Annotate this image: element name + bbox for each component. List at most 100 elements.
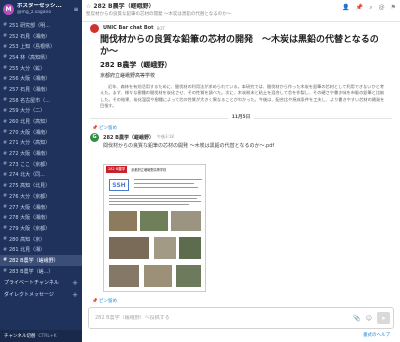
channel-header: ☆ 282 B農学（嵯峨野） 堅炭材からの良質な鉛筆の芯材の開発 〜木炭は黒鉛の代… <box>82 0 400 22</box>
paper-abstract: 近年、森林を有効活用するために、間伐材の利用法が求められている。本研究では、間伐… <box>100 84 385 108</box>
sidebar-channel-item[interactable]: #270 大阪（湘南） <box>0 127 82 138</box>
sidebar-channel-item[interactable]: #276 大分（京都） <box>0 191 82 202</box>
sidebar-channel-item[interactable]: #275 高知（北見） <box>0 180 82 191</box>
at-mention-icon[interactable]: @ <box>379 4 385 21</box>
send-icon: ➤ <box>380 314 387 322</box>
channel-switcher-label: チャンネル切替 <box>4 334 36 339</box>
emoji-icon[interactable]: ☺ <box>366 315 372 322</box>
channel-label: 254 林（高知県） <box>9 54 51 61</box>
team-avatar: M <box>3 4 14 15</box>
poster-text-line <box>134 179 202 181</box>
private-channels-label: プライベートチャンネル <box>4 280 59 286</box>
message-input[interactable] <box>95 315 354 321</box>
sidebar-channel-item[interactable]: #273 ここ（京都） <box>0 159 82 170</box>
sidebar-channel-item[interactable]: #253 上知（島根県） <box>0 41 82 52</box>
ssh-logo: SSH <box>109 179 129 191</box>
main-panel: ☆ 282 B農学（嵯峨野） 堅炭材からの良質な鉛筆の芯材の開発 〜木炭は黒鉛の代… <box>82 0 400 342</box>
channel-label: 279 大阪（京都） <box>9 225 51 232</box>
private-channels-header[interactable]: プライベートチャンネル + <box>0 277 82 289</box>
poster-photo <box>144 265 172 287</box>
sidebar-channel-item[interactable]: #280 高知（京） <box>0 234 82 245</box>
channel-label: 256 大阪（湘南） <box>9 76 51 83</box>
post-username[interactable]: 282 B農学（嵯峨野） <box>103 134 154 141</box>
channel-label: 257 石見（湘南） <box>9 86 51 93</box>
channel-label: 258 名古屋市（... <box>9 97 50 104</box>
channel-label: 271 大分（高知） <box>9 140 51 147</box>
sidebar-channel-item[interactable]: #278 大阪（湘南） <box>0 212 82 223</box>
channel-purpose: 堅炭材からの良質な鉛筆の芯材の開発 〜木炭は黒鉛の代替となるのか〜 <box>86 12 232 17</box>
poster-photo <box>140 211 168 231</box>
date-separator: 11月5日 <box>82 113 400 123</box>
channel-list: #251 研究部（明... #252 石見（湘南） #253 上知（島根県） #254… <box>0 19 82 277</box>
user-avatar[interactable]: G <box>90 132 99 142</box>
pinned-indicator[interactable]: 📌 ピン留め <box>82 123 400 131</box>
pinned-label: ピン留め <box>99 126 118 132</box>
search-icon[interactable]: ⌕ <box>369 4 372 21</box>
poster-photo <box>176 265 201 287</box>
favorite-star-icon[interactable]: ☆ <box>86 3 91 10</box>
sidebar-channel-item[interactable]: #255 大分（鉱） <box>0 63 82 74</box>
poster-text-line <box>109 198 197 200</box>
hamburger-menu-icon[interactable]: ≡ <box>73 6 79 13</box>
channel-title[interactable]: ☆ 282 B農学（嵯峨野） <box>86 3 342 11</box>
poster-text-line <box>109 201 201 203</box>
channel-switcher-button[interactable]: チャンネル切替 CTRL+K <box>0 330 82 342</box>
channel-label: 277 大阪（湘南） <box>9 204 51 211</box>
sidebar-channel-item[interactable]: #271 大分（高知） <box>0 138 82 149</box>
members-icon[interactable]: 👤 <box>342 4 349 21</box>
post-time[interactable]: 午後3:18 <box>157 134 174 140</box>
channel-label: 283 B農学（嵯...） <box>9 268 54 275</box>
team-header[interactable]: M ポスターセッシ... @mg_z.sagano ≡ <box>0 0 82 19</box>
date-label: 11月5日 <box>227 114 255 121</box>
sidebar-channel-item[interactable]: #251 研究部（明... <box>0 20 82 31</box>
poster-photo <box>109 211 137 231</box>
channel-label: 272 大阪（湘南） <box>9 151 51 158</box>
channel-label: 281 北見（湘） <box>9 247 46 254</box>
sidebar-channel-item[interactable]: #260 北見（高知） <box>0 116 82 127</box>
add-direct-message-icon[interactable]: + <box>72 291 78 299</box>
sidebar-channel-item[interactable]: #279 大阪（京都） <box>0 223 82 234</box>
poster-text-line <box>109 204 189 206</box>
sidebar-channel-item[interactable]: #254 林（高知県） <box>0 52 82 63</box>
poster-photo <box>179 237 201 259</box>
attachment-icon[interactable]: 📎 <box>353 315 360 322</box>
pinned-indicator[interactable]: 📌 ピン留め <box>92 298 117 304</box>
sidebar-channel-item[interactable]: #258 名古屋市（... <box>0 95 82 106</box>
sidebar-channel-item[interactable]: #283 B農学（嵯...） <box>0 266 82 277</box>
direct-messages-header[interactable]: ダイレクトメッセージ + <box>0 289 82 301</box>
bot-avatar[interactable] <box>90 23 99 33</box>
flag-icon[interactable]: ⚑ <box>391 4 396 21</box>
sidebar-channel-item[interactable]: #277 大阪（湘南） <box>0 202 82 213</box>
direct-messages-label: ダイレクトメッセージ <box>4 292 54 298</box>
sidebar-channel-item[interactable]: #252 石見（湘南） <box>0 31 82 42</box>
pdf-preview-thumbnail[interactable]: 282 B農学 京都府立嵯峨野高等学校 SSH <box>103 164 206 292</box>
bot-badge: BOT <box>156 25 165 31</box>
sidebar-channel-item[interactable]: #272 大阪（湘南） <box>0 148 82 159</box>
channel-label: 252 石見（湘南） <box>9 33 51 40</box>
channel-label: 260 北見（高知） <box>9 119 51 126</box>
poster-text-line <box>134 187 198 189</box>
channel-label: 274 北大（同... <box>9 172 45 179</box>
team-name: ポスターセッシ... <box>17 3 62 9</box>
channel-label: 275 高知（北見） <box>9 183 51 190</box>
send-button[interactable]: ➤ <box>377 312 390 324</box>
poster-school: 京都府立嵯峨野高等学校 <box>131 168 167 172</box>
sidebar-channel-item[interactable]: #281 北見（湘） <box>0 244 82 255</box>
sidebar-channel-item[interactable]: #259 大分（二） <box>0 106 82 117</box>
post-header: G 282 B農学（嵯峨野） 午後3:18 <box>82 131 400 142</box>
formatting-help-link[interactable]: 書式のヘルプ <box>363 332 390 338</box>
post-username[interactable]: UNIC Bar chat Bot <box>103 25 154 31</box>
add-private-channel-icon[interactable]: + <box>72 279 78 287</box>
channel-label: 282 B農学（嵯峨野） <box>9 257 59 264</box>
abstract-card: 間伐材からの良質な鉛筆の芯材の開発 〜木炭は黒鉛の代替となるのか〜 282 B農… <box>100 34 388 109</box>
sidebar-channel-item[interactable]: #257 石見（湘南） <box>0 84 82 95</box>
pin-icon[interactable]: 📌 <box>356 4 363 21</box>
poster-text-line <box>134 183 194 185</box>
sidebar-channel-item[interactable]: #274 北大（同... <box>0 170 82 181</box>
channel-switcher-shortcut: CTRL+K <box>38 333 57 339</box>
file-link[interactable]: 間伐材からの良質な鉛筆の芯材の開発 〜木炭は黒鉛の代替となるのか〜.pdf <box>103 142 400 149</box>
channel-label: 278 大阪（湘南） <box>9 215 51 222</box>
sidebar-channel-item[interactable]: #282 B農学（嵯峨野） <box>0 255 82 266</box>
channel-label: 253 上知（島根県） <box>9 44 56 51</box>
sidebar-channel-item[interactable]: #256 大阪（湘南） <box>0 73 82 84</box>
